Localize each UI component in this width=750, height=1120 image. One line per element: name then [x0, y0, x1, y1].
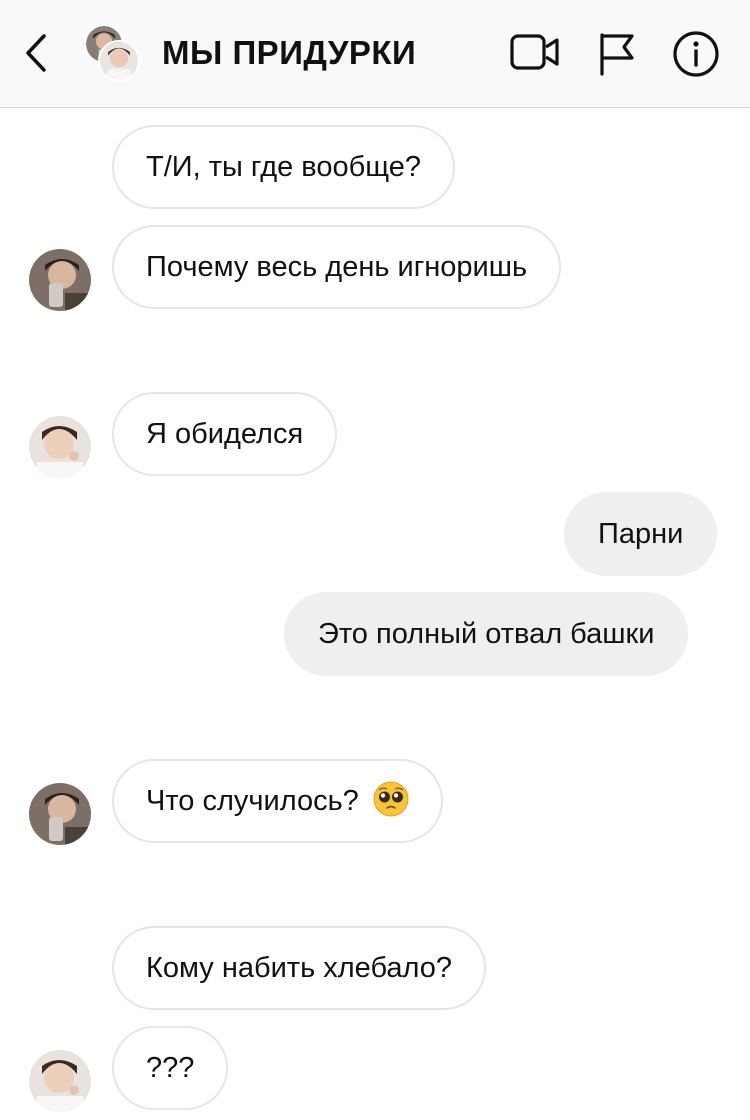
- message-text: Я обиделся: [146, 418, 304, 450]
- message-text: Парни: [598, 518, 684, 550]
- message-text: ???: [146, 1052, 195, 1084]
- sender-avatar-icon[interactable]: [29, 249, 91, 311]
- sender-avatar-icon[interactable]: [29, 783, 91, 845]
- chat-header: МЫ ПРИДУРКИ: [0, 0, 750, 108]
- incoming-message[interactable]: Т/И, ты где вообще?: [112, 125, 456, 209]
- incoming-message[interactable]: ???: [112, 1026, 229, 1110]
- message-text: Что случилось?: [146, 785, 359, 817]
- incoming-message[interactable]: Что случилось?: [112, 759, 443, 843]
- message-text: Т/И, ты где вообще?: [146, 151, 422, 183]
- flag-icon[interactable]: [598, 32, 638, 76]
- message-text: Почему весь день игноришь: [146, 251, 528, 283]
- sender-avatar-icon[interactable]: [29, 1050, 91, 1112]
- sender-avatar-icon[interactable]: [29, 416, 91, 478]
- back-chevron-icon[interactable]: [22, 33, 52, 73]
- outgoing-message[interactable]: Это полный отвал башки: [284, 592, 689, 676]
- incoming-message[interactable]: Почему весь день игноришь: [112, 225, 562, 309]
- incoming-message[interactable]: Я обиделся: [112, 392, 338, 476]
- group-avatar[interactable]: [84, 24, 142, 82]
- info-icon[interactable]: [672, 30, 720, 78]
- member-avatar-icon: [98, 40, 140, 82]
- message-text: Это полный отвал башки: [318, 618, 655, 650]
- video-call-icon[interactable]: [510, 33, 560, 73]
- outgoing-message[interactable]: Парни: [564, 492, 718, 576]
- incoming-message[interactable]: Кому набить хлебало?: [112, 926, 487, 1010]
- chat-title[interactable]: МЫ ПРИДУРКИ: [162, 34, 416, 72]
- message-text: Кому набить хлебало?: [146, 952, 453, 984]
- pleading-face-emoji-icon: [373, 781, 409, 817]
